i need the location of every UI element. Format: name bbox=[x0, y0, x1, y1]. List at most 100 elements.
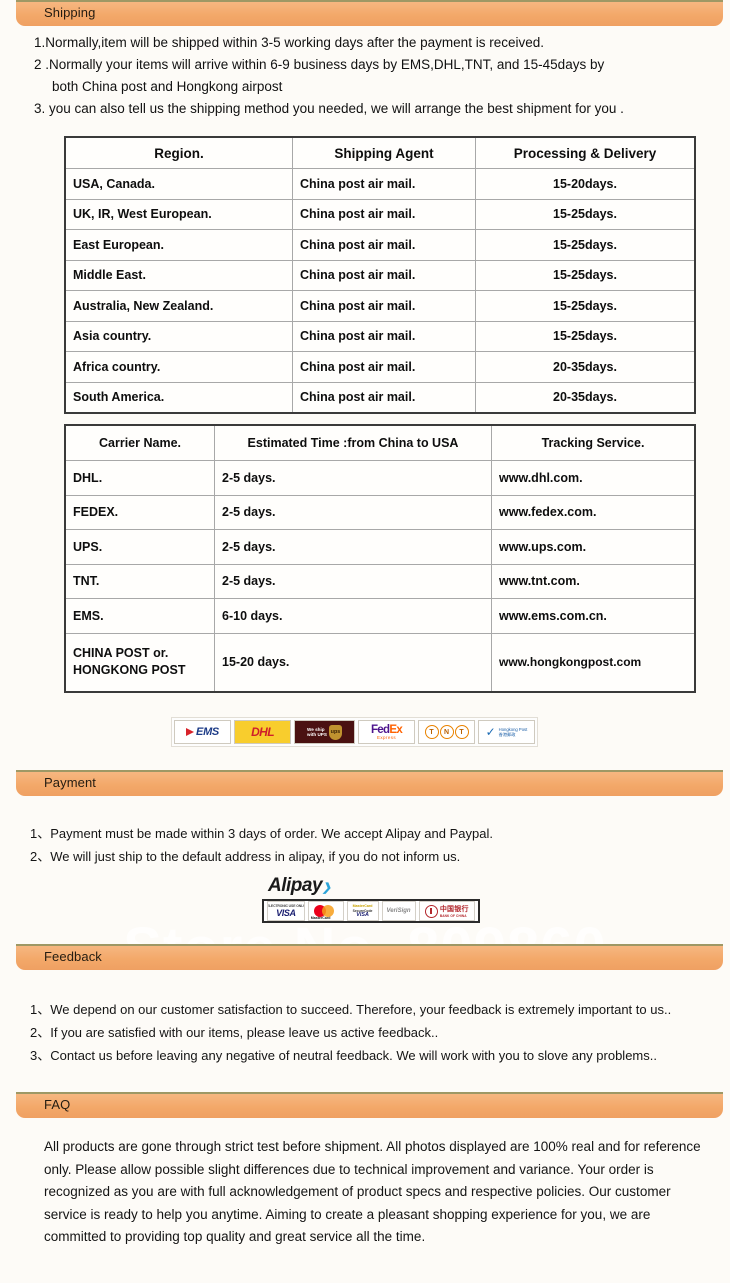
verisign-badge: VeriSign bbox=[381, 901, 416, 921]
cell-carrier: TNT. bbox=[64, 563, 215, 599]
cell-delivery: 15-20days. bbox=[475, 168, 696, 200]
section-header-feedback: Feedback bbox=[16, 944, 723, 970]
column-header-estimated-time: Estimated Time :from China to USA bbox=[214, 424, 492, 461]
feedback-note-3: 3、Contact us before leaving any negative… bbox=[30, 1048, 657, 1063]
region-shipping-table: Region. Shipping Agent Processing & Deli… bbox=[64, 136, 696, 414]
column-header-tracking-service: Tracking Service. bbox=[491, 424, 696, 461]
bank-of-china-mark-icon bbox=[424, 904, 438, 918]
tnt-letter-n: N bbox=[439, 725, 454, 739]
ems-logo-label: EMS bbox=[196, 726, 219, 738]
section-title-payment: Payment bbox=[44, 775, 97, 790]
cell-agent: China post air mail. bbox=[292, 229, 476, 261]
hongkong-post-logo: ✓ Hongkong Post 香港郵政 bbox=[478, 720, 535, 744]
cell-region: Asia country. bbox=[64, 320, 293, 352]
cell-tracking-url: www.ems.com.cn. bbox=[491, 598, 696, 634]
shipping-note-1: 1.Normally,item will be shipped within 3… bbox=[34, 35, 544, 50]
alipay-wordmark: Alipay❯ bbox=[262, 876, 480, 898]
table-row: East European. China post air mail. 15-25d… bbox=[64, 229, 696, 261]
cell-tracking-url: www.hongkongpost.com bbox=[491, 632, 696, 692]
shipping-note-2-cont: both China post and Hongkong airpost bbox=[52, 79, 283, 94]
tnt-letter-t2: T bbox=[454, 725, 469, 739]
visa-badge: ELECTRONIC USE ONLY VISA bbox=[267, 901, 305, 921]
section-header-shipping: Shipping bbox=[16, 0, 723, 26]
column-header-region: Region. bbox=[64, 136, 293, 169]
cell-carrier: CHINA POST or. HONGKONG POST bbox=[64, 632, 215, 692]
carrier-tracking-table: Carrier Name. Estimated Time :from China… bbox=[64, 424, 696, 693]
cell-region: Middle East. bbox=[64, 259, 293, 291]
payment-note-2: 2、We will just ship to the default addre… bbox=[30, 849, 461, 864]
cell-delivery: 15-25days. bbox=[475, 320, 696, 352]
cell-region: East European. bbox=[64, 229, 293, 261]
table-row: EMS. 6-10 days. www.ems.com.cn. bbox=[64, 598, 696, 634]
cell-time: 6-10 days. bbox=[214, 598, 492, 634]
section-header-faq: FAQ bbox=[16, 1092, 723, 1118]
cell-tracking-url: www.ups.com. bbox=[491, 529, 696, 565]
verified-by-visa-badge: MasterCard SecureCode VISA bbox=[346, 901, 379, 921]
dhl-logo-label: DHL bbox=[251, 725, 274, 739]
column-header-processing-delivery: Processing & Delivery bbox=[475, 136, 696, 169]
table-row: CHINA POST or. HONGKONG POST 15-20 days.… bbox=[64, 632, 696, 692]
cell-agent: China post air mail. bbox=[292, 259, 476, 291]
cell-carrier: FEDEX. bbox=[64, 494, 215, 530]
table-row: TNT. 2-5 days. www.tnt.com. bbox=[64, 563, 696, 599]
cell-carrier: EMS. bbox=[64, 598, 215, 634]
vbv-line3: VISA bbox=[356, 912, 369, 919]
feedback-note-1: 1、We depend on our customer satisfaction… bbox=[30, 1002, 672, 1017]
table-row: UK, IR, West European. China post air mai… bbox=[64, 198, 696, 230]
shipping-note-3: 3. you can also tell us the shipping met… bbox=[34, 101, 624, 116]
feedback-note-2: 2、If you are satisfied with our items, p… bbox=[30, 1025, 439, 1040]
bank-of-china-badge: 中国银行 BANK OF CHINA bbox=[418, 901, 475, 921]
cell-delivery: 15-25days. bbox=[475, 198, 696, 230]
shipping-notes: 1.Normally,item will be shipped within 3… bbox=[34, 32, 724, 120]
cell-agent: China post air mail. bbox=[292, 198, 476, 230]
table-row: South America. China post air mail. 20-35d… bbox=[64, 381, 696, 414]
hongkong-post-mark-icon: ✓ bbox=[485, 724, 496, 739]
mastercard-badge-label: MasterCard bbox=[310, 916, 331, 920]
ems-arrow-icon bbox=[186, 728, 195, 736]
table-row: DHL. 2-5 days. www.dhl.com. bbox=[64, 460, 696, 496]
cell-region: USA, Canada. bbox=[64, 168, 293, 200]
cell-tracking-url: www.dhl.com. bbox=[491, 460, 696, 496]
payment-note-1: 1、Payment must be made within 3 days of … bbox=[30, 826, 493, 841]
cell-tracking-url: www.tnt.com. bbox=[491, 563, 696, 599]
cell-agent: China post air mail. bbox=[292, 290, 476, 322]
fedex-express-text: Express bbox=[376, 735, 397, 740]
cell-region: Australia, New Zealand. bbox=[64, 290, 293, 322]
table-header-row: Region. Shipping Agent Processing & Deli… bbox=[64, 136, 696, 169]
table-row: Asia country. China post air mail. 15-25da… bbox=[64, 320, 696, 352]
column-header-carrier-name: Carrier Name. bbox=[64, 424, 215, 461]
table-row: UPS. 2-5 days. www.ups.com. bbox=[64, 529, 696, 565]
cell-agent: China post air mail. bbox=[292, 381, 476, 414]
hongkong-post-line2: 香港郵政 bbox=[498, 732, 516, 737]
ems-logo: EMS bbox=[174, 720, 231, 744]
carrier-logo-strip: EMS DHL We ship with UPS ups FedEx Expre… bbox=[171, 717, 538, 747]
cell-time: 2-5 days. bbox=[214, 529, 492, 565]
hongkong-post-text: Hongkong Post 香港郵政 bbox=[499, 727, 528, 737]
cell-agent: China post air mail. bbox=[292, 351, 476, 383]
alipay-mark-icon: ❯ bbox=[322, 882, 331, 894]
section-header-payment: Payment bbox=[16, 770, 723, 796]
cell-time: 2-5 days. bbox=[214, 563, 492, 599]
payment-notes: 1、Payment must be made within 3 days of … bbox=[30, 822, 720, 868]
section-title-feedback: Feedback bbox=[44, 949, 102, 964]
page-right-margin bbox=[730, 0, 750, 1283]
cell-region: South America. bbox=[64, 381, 293, 414]
faq-body-text: All products are gone through strict tes… bbox=[44, 1139, 701, 1244]
cell-agent: China post air mail. bbox=[292, 320, 476, 352]
tnt-letter-t1: T bbox=[424, 725, 439, 739]
verisign-badge-label: VeriSign bbox=[386, 908, 411, 914]
cell-tracking-url: www.fedex.com. bbox=[491, 494, 696, 530]
alipay-wordmark-text: Alipay bbox=[268, 875, 323, 896]
section-title-shipping: Shipping bbox=[44, 5, 96, 20]
cell-agent: China post air mail. bbox=[292, 168, 476, 200]
visa-badge-label: VISA bbox=[276, 908, 296, 918]
ups-logo: We ship with UPS ups bbox=[294, 720, 355, 744]
cell-delivery: 15-25days. bbox=[475, 259, 696, 291]
bank-of-china-en: BANK OF CHINA bbox=[439, 914, 467, 918]
cell-region: Africa country. bbox=[64, 351, 293, 383]
table-row: Australia, New Zealand. China post air ma… bbox=[64, 290, 696, 322]
section-title-faq: FAQ bbox=[44, 1097, 71, 1112]
table-row: USA, Canada. China post air mail. 15-20day… bbox=[64, 168, 696, 200]
cell-time: 2-5 days. bbox=[214, 460, 492, 496]
ups-tagline: We ship with UPS bbox=[307, 726, 327, 737]
